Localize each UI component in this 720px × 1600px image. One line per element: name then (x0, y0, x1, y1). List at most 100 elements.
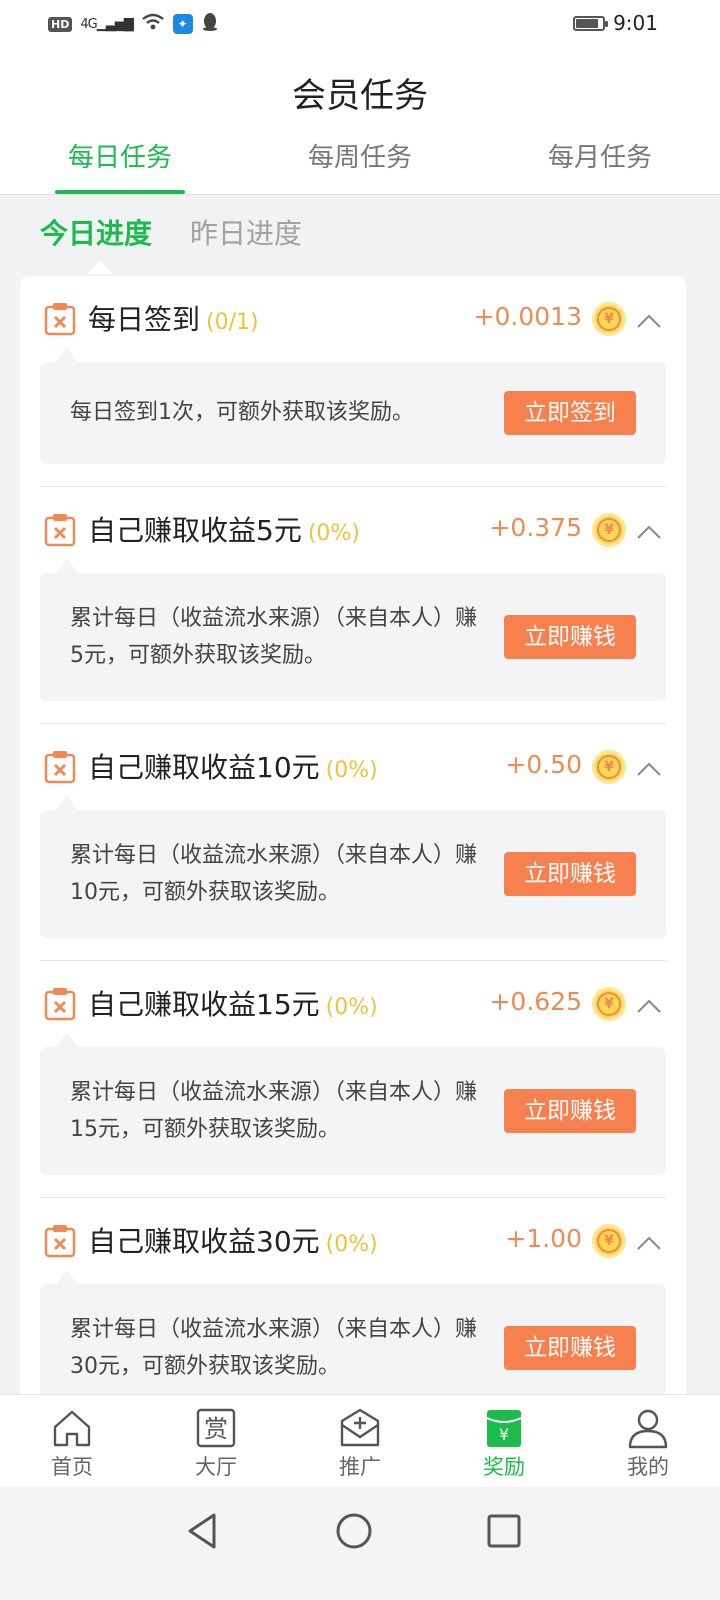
task-progress: (0/1) (206, 310, 259, 335)
task-title-text: 自己赚取收益15元 (88, 988, 320, 1021)
svg-text:¥: ¥ (499, 1425, 509, 1444)
coin-icon: ¥ (592, 750, 626, 784)
task-title: 每日签到 (0/1) (88, 298, 259, 338)
task-reward: +0.50 (505, 750, 582, 779)
network-type: 4G (80, 16, 97, 32)
tab-daily[interactable]: 每日任务 (0, 130, 240, 194)
chevron-up-icon[interactable] (636, 993, 662, 1019)
nav-label: 我的 (627, 1455, 669, 1479)
task-progress: (0%) (325, 1232, 378, 1257)
system-navigation-bar (0, 1487, 720, 1600)
back-icon[interactable] (182, 1509, 226, 1553)
subtab-indicator (88, 260, 112, 274)
task-calendar-icon (44, 751, 76, 784)
task-title: 自己赚取收益5元 (0%) (88, 509, 360, 549)
qq-icon (201, 12, 219, 36)
task-item: 自己赚取收益5元 (0%) +0.375 ¥ 累计每日（收益流水来源）（来自本人）… (40, 487, 666, 701)
task-reward: +0.625 (489, 987, 582, 1016)
battery-fill (576, 18, 598, 28)
wifi-icon (141, 13, 165, 35)
task-header[interactable]: 每日签到 (0/1) +0.0013 ¥ (40, 276, 666, 362)
page-title: 会员任务 (292, 76, 428, 116)
nav-hall[interactable]: 赏 大厅 (144, 1395, 288, 1487)
task-item: 每日签到 (0/1) +0.0013 ¥ 每日签到1次，可额外获取该奖励。 立即签… (40, 276, 666, 464)
task-title-text: 自己赚取收益5元 (88, 514, 302, 547)
task-period-tabs: 每日任务 每周任务 每月任务 (0, 130, 720, 195)
task-progress: (0%) (325, 758, 378, 783)
chevron-up-icon[interactable] (636, 756, 662, 782)
task-progress: (0%) (325, 995, 378, 1020)
task-description: 累计每日（收益流水来源）（来自本人）赚10元，可额外获取该奖励。 (70, 843, 478, 905)
home-circle-icon[interactable] (332, 1509, 376, 1553)
coin-icon: ¥ (592, 513, 626, 547)
task-item: 自己赚取收益30元 (0%) +1.00 ¥ 累计每日（收益流水来源）（来自本人）… (40, 1198, 666, 1406)
earn-button[interactable]: 立即赚钱 (504, 615, 636, 659)
status-left: HD 4G▁▃▅▇ ✦ (48, 12, 219, 36)
progress-subtabs: 今日进度 昨日进度 (40, 212, 302, 252)
task-detail: 累计每日（收益流水来源）（来自本人）赚15元，可额外获取该奖励。 立即赚钱 (40, 1033, 666, 1175)
coin-icon: ¥ (592, 302, 626, 336)
nav-label: 首页 (51, 1455, 93, 1479)
recent-apps-icon[interactable] (482, 1509, 526, 1553)
task-header[interactable]: 自己赚取收益5元 (0%) +0.375 ¥ (40, 487, 666, 573)
promote-icon (340, 1408, 380, 1447)
task-title: 自己赚取收益15元 (0%) (88, 983, 378, 1023)
task-item: 自己赚取收益15元 (0%) +0.625 ¥ 累计每日（收益流水来源）（来自本人… (40, 961, 666, 1175)
earn-button[interactable]: 立即赚钱 (504, 1326, 636, 1370)
task-reward: +0.0013 (473, 302, 582, 331)
battery-icon (573, 15, 609, 31)
app-notification-icon: ✦ (172, 14, 193, 34)
nav-home[interactable]: 首页 (0, 1395, 144, 1487)
nav-reward[interactable]: ¥ 奖励 (432, 1395, 576, 1487)
status-bar: HD 4G▁▃▅▇ ✦ 9:01 (0, 0, 720, 50)
task-description: 累计每日（收益流水来源）（来自本人）赚5元，可额外获取该奖励。 (70, 606, 478, 668)
task-title-text: 每日签到 (88, 303, 201, 336)
nav-label: 推广 (339, 1455, 381, 1479)
coin-icon: ¥ (592, 1224, 626, 1258)
task-description: 累计每日（收益流水来源）（来自本人）赚30元，可额外获取该奖励。 (70, 1317, 478, 1379)
task-calendar-icon (44, 514, 76, 547)
task-item: 自己赚取收益10元 (0%) +0.50 ¥ 累计每日（收益流水来源）（来自本人）… (40, 724, 666, 938)
task-title: 自己赚取收益10元 (0%) (88, 746, 378, 786)
tab-monthly[interactable]: 每月任务 (480, 130, 720, 194)
home-icon (53, 1410, 91, 1447)
task-calendar-icon (44, 988, 76, 1021)
task-progress: (0%) (307, 521, 360, 546)
task-header[interactable]: 自己赚取收益15元 (0%) +0.625 ¥ (40, 961, 666, 1047)
task-detail: 每日签到1次，可额外获取该奖励。 立即签到 (40, 348, 666, 464)
hall-icon: 赏 (196, 1408, 236, 1448)
earn-button[interactable]: 立即赚钱 (504, 1089, 636, 1133)
task-title-text: 自己赚取收益30元 (88, 1225, 320, 1258)
sign-in-button[interactable]: 立即签到 (504, 391, 636, 435)
profile-icon (628, 1409, 668, 1449)
task-description: 累计每日（收益流水来源）（来自本人）赚15元，可额外获取该奖励。 (70, 1080, 478, 1142)
task-detail: 累计每日（收益流水来源）（来自本人）赚30元，可额外获取该奖励。 立即赚钱 (40, 1270, 666, 1406)
subtab-today[interactable]: 今日进度 (40, 212, 152, 252)
task-detail: 累计每日（收益流水来源）（来自本人）赚5元，可额外获取该奖励。 立即赚钱 (40, 559, 666, 701)
chevron-up-icon[interactable] (636, 1230, 662, 1256)
task-title-text: 自己赚取收益10元 (88, 751, 320, 784)
task-header[interactable]: 自己赚取收益30元 (0%) +1.00 ¥ (40, 1198, 666, 1284)
nav-label: 大厅 (195, 1455, 237, 1479)
chevron-up-icon[interactable] (636, 519, 662, 545)
chevron-up-icon[interactable] (636, 308, 662, 334)
tab-weekly[interactable]: 每周任务 (240, 130, 480, 194)
earn-button[interactable]: 立即赚钱 (504, 852, 636, 896)
hd-badge: HD (48, 16, 73, 32)
status-right: 9:01 (573, 11, 658, 35)
task-list-card: 每日签到 (0/1) +0.0013 ¥ 每日签到1次，可额外获取该奖励。 立即签… (20, 276, 686, 1406)
nav-profile[interactable]: 我的 (576, 1395, 720, 1487)
nav-promote[interactable]: 推广 (288, 1395, 432, 1487)
task-calendar-icon (44, 1225, 76, 1258)
clock: 9:01 (613, 11, 658, 35)
header: 会员任务 (0, 50, 720, 140)
svg-text:赏: 赏 (204, 1415, 228, 1443)
reward-icon: ¥ (486, 1410, 522, 1447)
nav-label: 奖励 (483, 1455, 525, 1479)
task-header[interactable]: 自己赚取收益10元 (0%) +0.50 ¥ (40, 724, 666, 810)
task-description: 每日签到1次，可额外获取该奖励。 (70, 400, 414, 425)
bottom-navigation: 首页 赏 大厅 推广 ¥ 奖励 我的 (0, 1394, 720, 1487)
coin-icon: ¥ (592, 987, 626, 1021)
subtab-yesterday[interactable]: 昨日进度 (190, 212, 302, 252)
task-calendar-icon (44, 303, 76, 336)
